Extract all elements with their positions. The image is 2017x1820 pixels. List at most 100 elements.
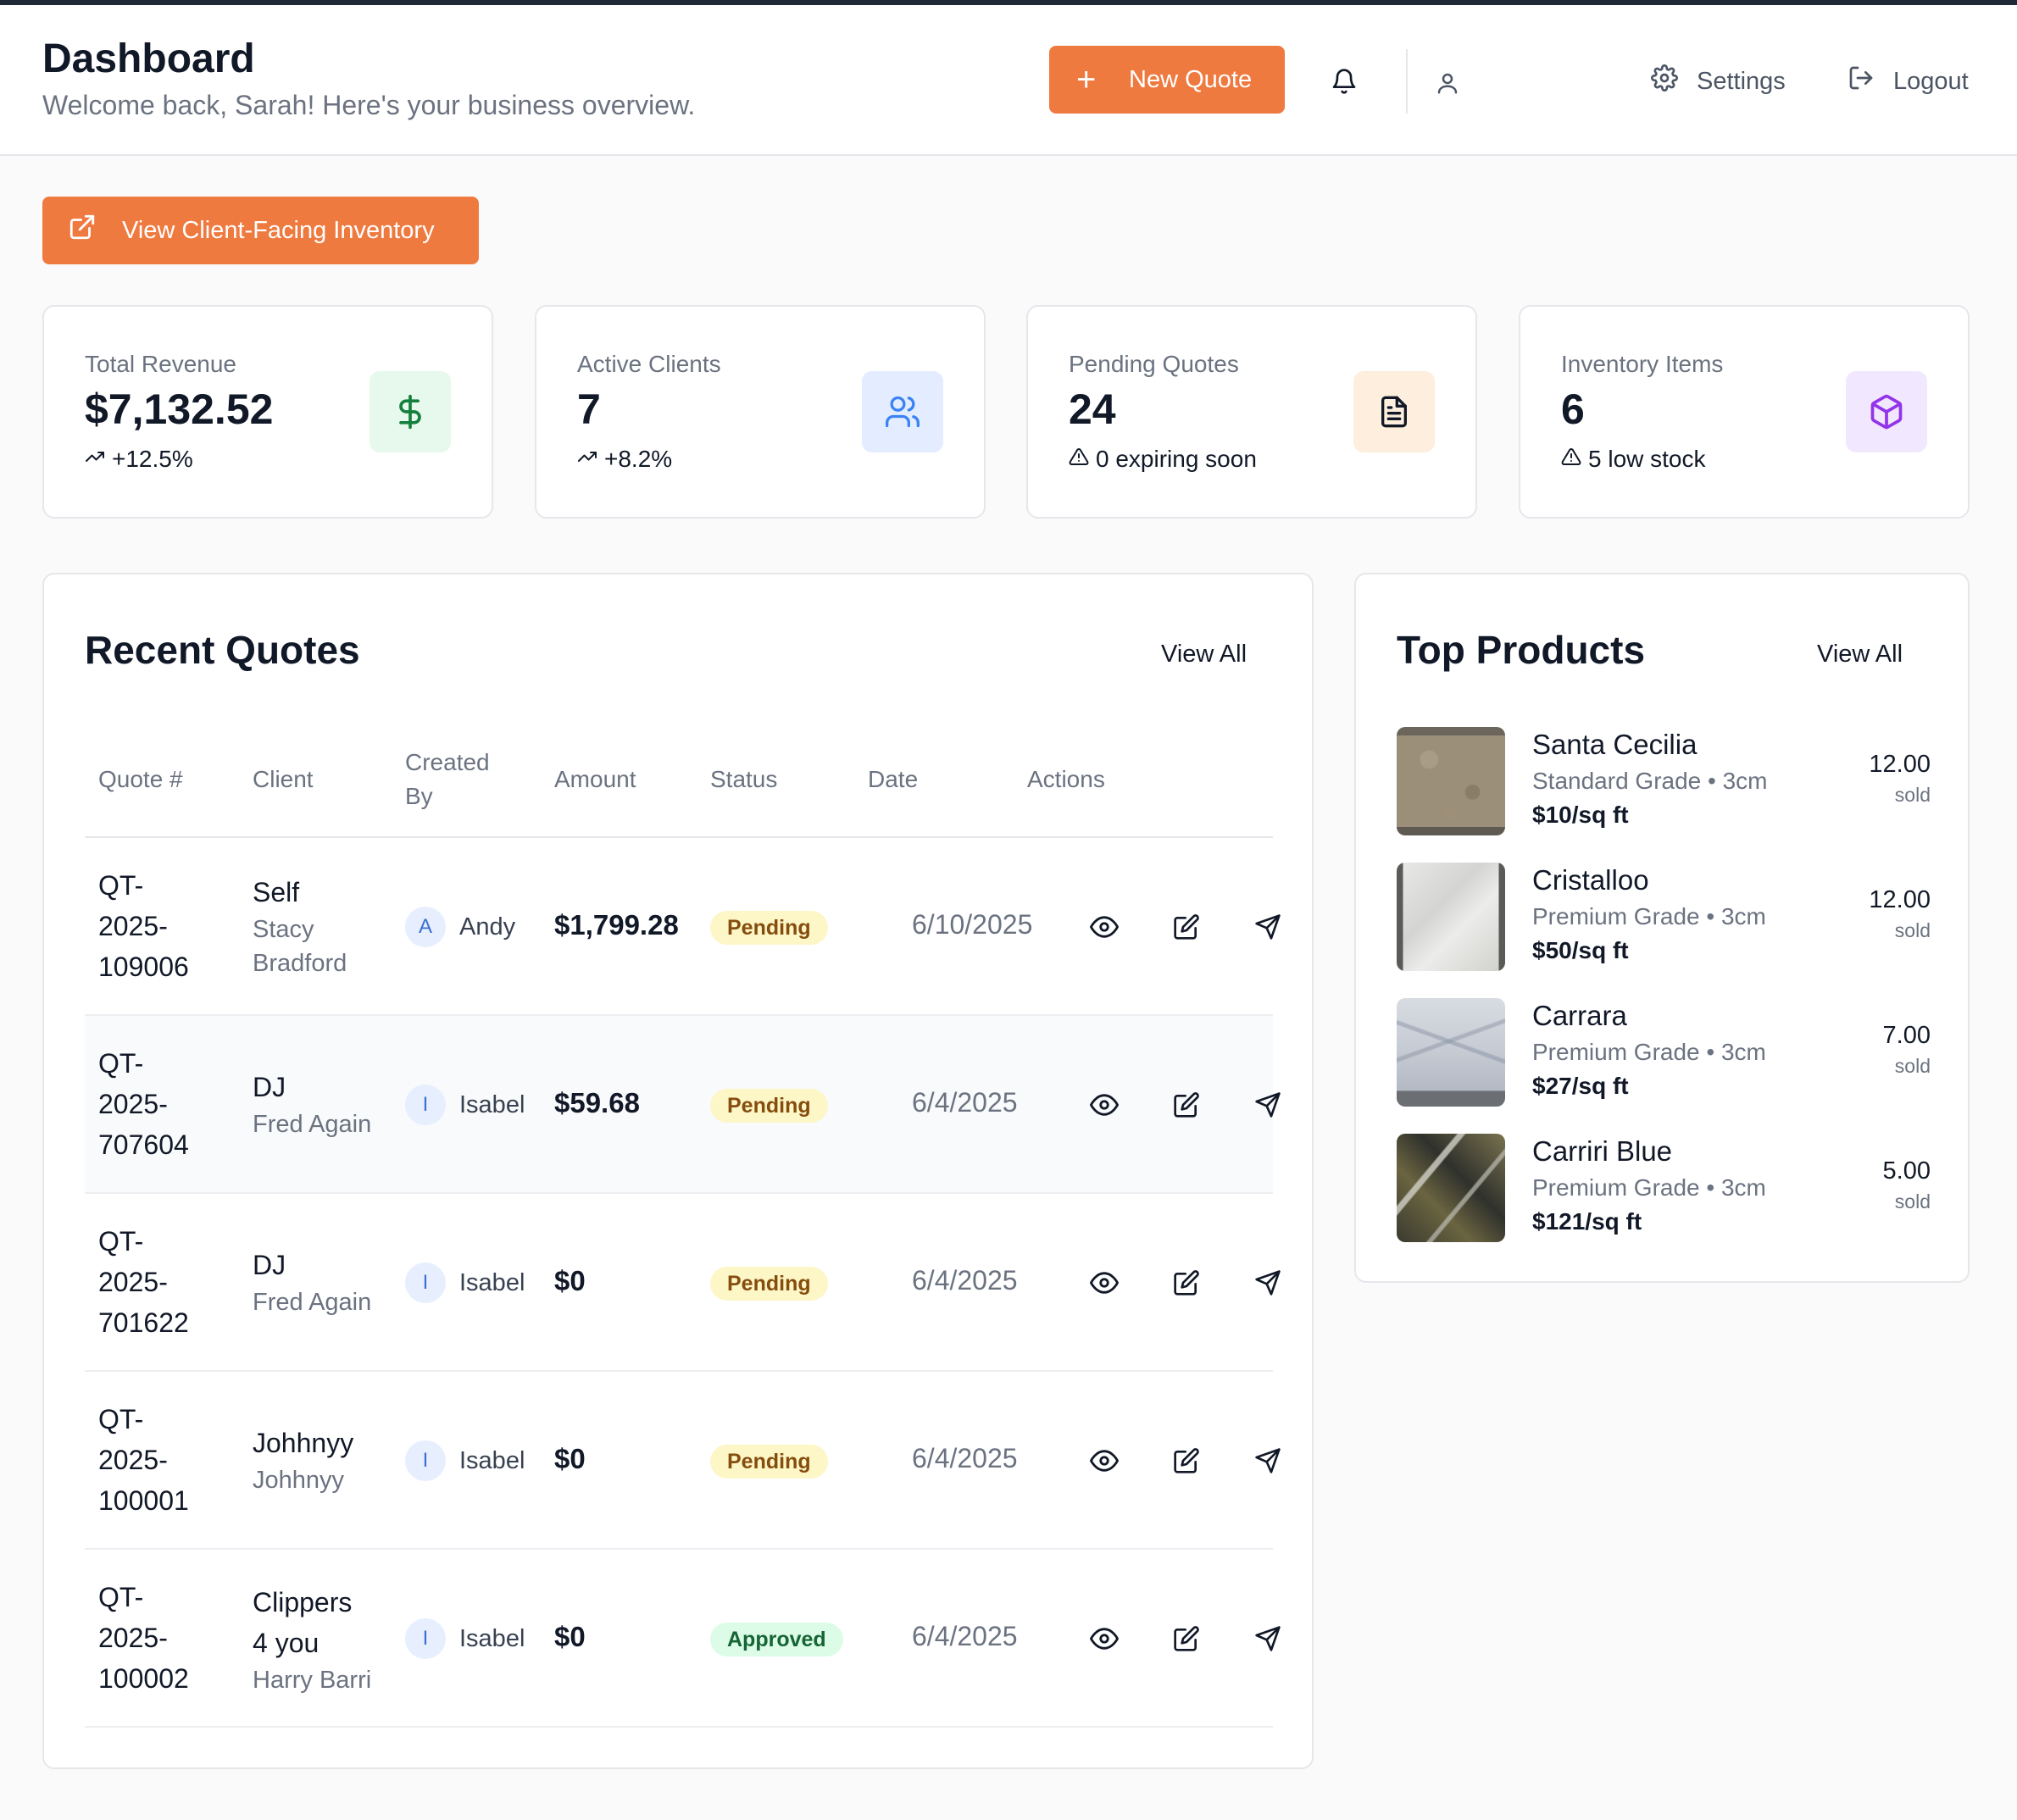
client-contact: Fred Again <box>253 1111 372 1138</box>
product-item[interactable]: Cristalloo Premium Grade • 3cm $50/sq ft… <box>1397 863 1931 973</box>
avatar: I <box>405 1085 446 1125</box>
plus-icon: + <box>1076 61 1097 98</box>
client-contact: Stacy <box>253 916 314 943</box>
created-by: I Isabel <box>405 1618 525 1659</box>
quote-number: QT- 2025- 100002 <box>98 1582 189 1694</box>
creator-name: Isabel <box>459 1090 525 1118</box>
product-item[interactable]: Carriri Blue Premium Grade • 3cm $121/sq… <box>1397 1134 1931 1244</box>
send-icon[interactable] <box>1251 1266 1285 1300</box>
table-row[interactable]: QT- 2025- 100001 Johhnyy Johhnyy I Isabel … <box>85 1372 1281 1550</box>
client-cell: Johhnyy Johhnyy <box>253 1423 353 1497</box>
client-contact-2: Bradford <box>253 950 347 977</box>
col-header-created-by-2: By <box>405 783 433 809</box>
external-link-icon <box>68 213 122 248</box>
eye-icon[interactable] <box>1087 1266 1121 1300</box>
send-icon[interactable] <box>1251 910 1285 944</box>
col-header-created-by-1: Created <box>405 749 490 775</box>
product-name: Carrara <box>1532 1000 1627 1031</box>
quote-number: QT- 2025- 701622 <box>98 1226 189 1338</box>
creator-name: Isabel <box>459 1268 525 1296</box>
eye-icon[interactable] <box>1087 1088 1121 1122</box>
product-item[interactable]: Carrara Premium Grade • 3cm $27/sq ft 7.… <box>1397 998 1931 1108</box>
recent-quotes-title: Recent Quotes <box>85 628 360 672</box>
status-badge: Approved <box>710 1623 843 1656</box>
user-icon[interactable] <box>1432 68 1463 98</box>
col-header-quote: Quote # <box>98 766 183 792</box>
logout-icon <box>1848 64 1893 98</box>
settings-link[interactable]: Settings <box>1651 64 1786 98</box>
logout-link[interactable]: Logout <box>1848 64 1969 98</box>
client-cell: DJ Fred Again <box>253 1067 371 1141</box>
created-by: I Isabel <box>405 1262 525 1303</box>
client-name: Clippers <box>253 1587 353 1617</box>
eye-icon[interactable] <box>1087 1622 1121 1656</box>
avatar: I <box>405 1440 446 1481</box>
created-by: A Andy <box>405 907 515 947</box>
status-badge: Pending <box>710 1089 828 1123</box>
status-badge: Pending <box>710 1445 828 1479</box>
edit-icon[interactable] <box>1170 910 1203 944</box>
sold-label: sold <box>1894 1190 1931 1212</box>
trending-up-icon <box>85 446 112 473</box>
product-sold: 5.00 sold <box>1883 1157 1931 1213</box>
send-icon[interactable] <box>1251 1088 1285 1122</box>
top-products-card: Top Products View All Santa Cecilia Stan… <box>1354 573 1970 1283</box>
eye-icon[interactable] <box>1087 1444 1121 1478</box>
client-name: DJ <box>253 1250 286 1280</box>
table-row[interactable]: QT- 2025- 701622 DJ Fred Again I Isabel $0… <box>85 1194 1281 1372</box>
edit-icon[interactable] <box>1170 1088 1203 1122</box>
product-grade: Premium Grade • 3cm <box>1532 903 1766 929</box>
warning-icon <box>1069 446 1096 473</box>
col-header-date: Date <box>868 766 919 792</box>
table-row[interactable]: QT- 2025- 100002 Clippers 4 you Harry Barr… <box>85 1550 1281 1728</box>
eye-icon[interactable] <box>1087 910 1121 944</box>
stat-warning: 0 expiring soon <box>1069 446 1257 473</box>
stat-warning: 5 low stock <box>1561 446 1706 473</box>
table-row[interactable]: QT- 2025- 109006 Self Stacy Bradford A And… <box>85 838 1281 1016</box>
client-name: Johhnyy <box>253 1428 354 1458</box>
table-row[interactable]: QT- 2025- 707604 DJ Fred Again I Isabel $5… <box>85 1016 1281 1194</box>
col-header-amount: Amount <box>554 766 636 792</box>
bell-icon[interactable] <box>1327 64 1361 98</box>
stat-value: $7,132.52 <box>85 386 274 433</box>
product-price: $50/sq ft <box>1532 937 1629 963</box>
quote-amount: $0 <box>554 1621 586 1652</box>
quote-number: QT- 2025- 100001 <box>98 1404 189 1516</box>
col-header-status: Status <box>710 766 778 792</box>
sold-label: sold <box>1894 784 1931 806</box>
quote-number: QT- 2025- 707604 <box>98 1048 189 1160</box>
stat-card-pending-quotes: Pending Quotes 24 0 expiring soon <box>1026 305 1477 519</box>
product-sold: 12.00 sold <box>1869 751 1931 807</box>
quote-amount: $1,799.28 <box>554 909 679 941</box>
quote-date: 6/4/2025 <box>912 1443 1018 1473</box>
product-name: Carriri Blue <box>1532 1135 1673 1167</box>
stat-label: Active Clients <box>577 351 721 377</box>
new-quote-button[interactable]: + New Quote <box>1049 46 1285 114</box>
client-name-2: 4 you <box>253 1628 319 1658</box>
header: Dashboard Welcome back, Sarah! Here's yo… <box>0 5 2017 156</box>
edit-icon[interactable] <box>1170 1266 1203 1300</box>
view-client-inventory-label: View Client-Facing Inventory <box>122 216 435 244</box>
client-contact: Johhnyy <box>253 1467 345 1494</box>
sold-count: 12.00 <box>1869 751 1931 778</box>
view-client-inventory-button[interactable]: View Client-Facing Inventory <box>42 197 479 264</box>
stat-card-revenue: Total Revenue $7,132.52 +12.5% <box>42 305 493 519</box>
edit-icon[interactable] <box>1170 1444 1203 1478</box>
product-item[interactable]: Santa Cecilia Standard Grade • 3cm $10/s… <box>1397 727 1931 837</box>
stat-label: Pending Quotes <box>1069 351 1239 377</box>
quote-date: 6/4/2025 <box>912 1265 1018 1296</box>
recent-quotes-view-all[interactable]: View All <box>1161 641 1247 669</box>
product-thumbnail <box>1397 1134 1505 1242</box>
edit-icon[interactable] <box>1170 1622 1203 1656</box>
send-icon[interactable] <box>1251 1444 1285 1478</box>
send-icon[interactable] <box>1251 1622 1285 1656</box>
top-products-view-all[interactable]: View All <box>1817 641 1903 669</box>
quote-number: QT- 2025- 109006 <box>98 870 189 982</box>
top-products-title: Top Products <box>1397 628 1646 672</box>
status-badge: Pending <box>710 911 828 945</box>
product-price: $27/sq ft <box>1532 1073 1629 1099</box>
product-thumbnail <box>1397 727 1505 835</box>
stat-trend: +12.5% <box>85 446 193 473</box>
stat-label: Inventory Items <box>1561 351 1724 377</box>
stat-warning-text: 0 expiring soon <box>1096 446 1257 472</box>
